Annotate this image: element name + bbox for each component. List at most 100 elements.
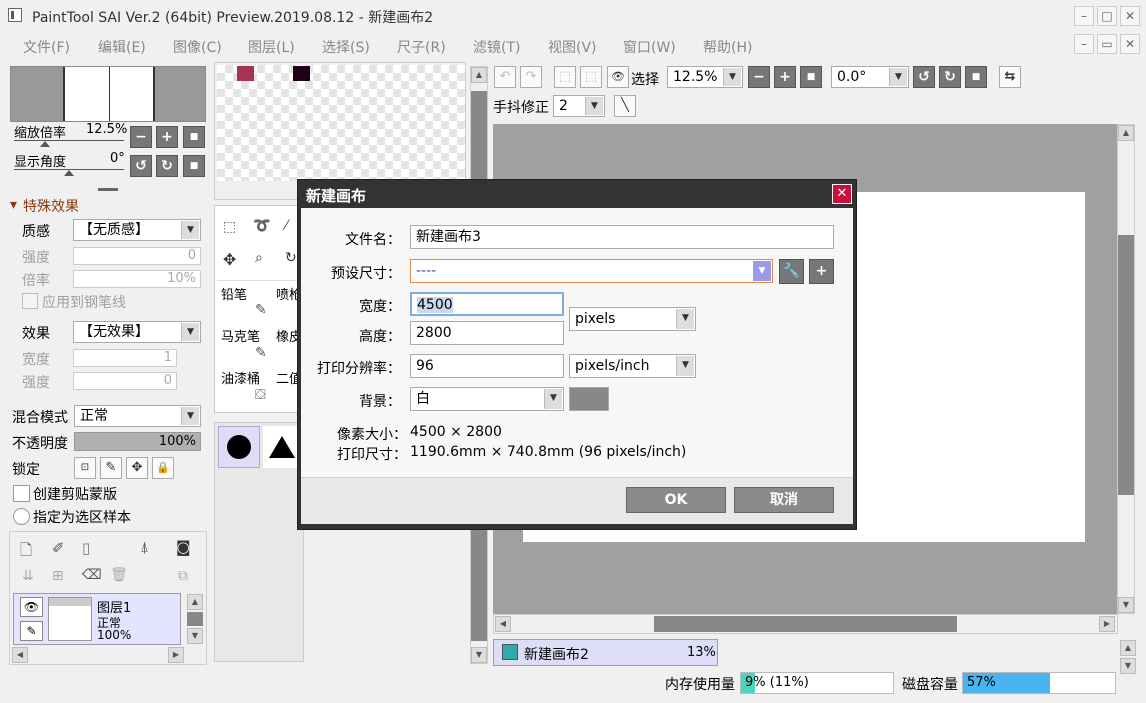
invert-selection-button[interactable]: ⬚ [580,66,602,88]
magic-wand-icon[interactable]: ⁄ [285,218,287,234]
dialog-close-button[interactable]: ✕ [832,184,852,204]
show-selection-eye-icon[interactable]: 👁 [607,66,629,88]
toolbar-rotate-reset-button[interactable]: ■ [965,66,987,88]
lock-all-button[interactable]: 🔒 [152,457,174,479]
canvas-hscroll[interactable]: ◀ ▶ [493,614,1118,634]
menu-layer[interactable]: 图层(L) [248,37,295,57]
effect-width-slider[interactable]: 1 [73,349,177,367]
effect-select[interactable]: 【无效果】 ▼ [73,321,201,343]
close-window-button[interactable]: ✕ [1120,6,1140,26]
scroll-down-icon[interactable]: ▼ [1118,597,1134,613]
strength-slider[interactable]: 0 [73,247,201,265]
preset-select[interactable]: ---- ▼ [410,259,773,283]
ok-button[interactable]: OK [626,487,726,513]
background-color-swatch[interactable] [569,387,609,411]
brush-circle-shape[interactable] [218,426,260,468]
tab-scroll-down[interactable]: ▼ [1120,658,1136,674]
lasso-icon[interactable]: ➰ [253,218,270,234]
cancel-button[interactable]: 取消 [734,487,834,513]
navigator-preview[interactable] [10,66,206,122]
canvas-tab[interactable]: 新建画布2 13% [493,639,718,666]
copy-layer-icon[interactable]: ⊞ [52,568,64,584]
zoom-out-button[interactable]: − [130,126,152,148]
new-folder-icon[interactable]: ▯ [82,539,90,557]
angle-slider-thumb[interactable] [64,170,74,176]
toolbar-rotate-right-button[interactable]: ↻ [939,66,961,88]
menu-ruler[interactable]: 尺子(R) [397,37,446,57]
effects-collapse-icon[interactable]: ▾ [10,197,17,213]
zoom-tool-icon[interactable]: ⌕ [255,250,263,266]
scroll-up-icon[interactable]: ▲ [1118,125,1134,141]
merge-down-icon[interactable]: ⇊ [22,568,34,584]
wrench-icon[interactable]: 🔧 [779,259,804,284]
zoom-select[interactable]: 12.5% ▼ [667,66,743,88]
color-swatch-2[interactable] [293,66,310,81]
new-layer-icon[interactable]: 🗋 [20,540,32,565]
pen-icon[interactable]: ✎ [20,621,43,641]
canvas-hscroll-thumb[interactable] [654,616,957,632]
scroll-up-icon[interactable]: ▲ [471,67,487,83]
scale-slider[interactable]: 10% [73,270,201,288]
rotate-left-button[interactable]: ↺ [130,155,152,177]
clipping-mask-checkbox[interactable] [13,485,30,502]
maximize-button[interactable]: □ [1097,6,1117,26]
layer-scroll-thumb[interactable] [187,612,203,626]
angle-select[interactable]: 0.0° ▼ [831,66,909,88]
move-icon[interactable]: ✥ [223,250,236,269]
layer-scroll-down[interactable]: ▼ [187,628,203,644]
color-swatch-1[interactable] [237,66,254,81]
menu-edit[interactable]: 编辑(E) [98,37,146,57]
menu-filter[interactable]: 滤镜(T) [473,37,520,57]
rotate-right-button[interactable]: ↻ [156,155,178,177]
zoom-slider-thumb[interactable] [40,141,50,147]
panel-splitter[interactable] [98,188,118,191]
flip-horizontal-button[interactable]: ⇆ [999,66,1021,88]
effects-header[interactable]: 特殊效果 [23,196,79,216]
eye-icon[interactable]: 👁 [20,597,43,617]
menu-help[interactable]: 帮助(H) [703,37,752,57]
toolbar-zoom-in-button[interactable]: + [774,66,796,88]
rotate-reset-button[interactable]: ■ [183,155,205,177]
menu-select[interactable]: 选择(S) [322,37,370,57]
apply-pen-checkbox[interactable] [22,293,38,309]
selection-source-radio[interactable] [13,508,30,525]
height-input[interactable]: 2800 [410,321,564,345]
blend-mode-select[interactable]: 正常 ▼ [74,405,201,427]
new-vector-layer-icon[interactable]: ✐ [52,539,65,557]
canvas-vscroll-thumb[interactable] [1118,235,1134,495]
filename-input[interactable]: 新建画布3 [410,225,834,249]
doc-close-button[interactable]: ✕ [1120,34,1140,54]
scroll-right-icon[interactable]: ▶ [1099,616,1115,632]
swatch-grid[interactable] [217,65,465,181]
layer-scroll-right[interactable]: ▶ [168,647,184,663]
clear-layer-icon[interactable]: ⌫ [82,567,102,583]
toolbar-zoom-reset-button[interactable]: ■ [800,66,822,88]
tab-scroll-up[interactable]: ▲ [1120,640,1136,656]
dpi-input[interactable]: 96 [410,354,564,378]
toolbar-rotate-left-button[interactable]: ↺ [913,66,935,88]
menu-view[interactable]: 视图(V) [548,37,597,57]
effect-strength-slider[interactable]: 0 [73,372,177,390]
layer-effect-icon[interactable]: ⍋ [140,538,149,556]
layer-scroll-up[interactable]: ▲ [187,594,203,610]
scroll-left-icon[interactable]: ◀ [495,616,511,632]
background-select[interactable]: 白 ▼ [410,387,564,411]
lock-transparency-button[interactable]: ⊡ [74,457,96,479]
layer-options-icon[interactable]: ⧉ [178,568,188,584]
menu-file[interactable]: 文件(F) [23,37,70,57]
redo-button[interactable]: ↷ [520,66,542,88]
stabilizer-select[interactable]: 2 ▼ [553,95,605,117]
rotate-tool-icon[interactable]: ↻ [285,250,297,266]
lock-move-button[interactable]: ✥ [126,457,148,479]
tool-bucket[interactable]: 油漆桶 [221,368,260,387]
menu-image[interactable]: 图像(C) [173,37,222,57]
line-tool-button[interactable]: ╲ [614,95,636,117]
zoom-slider[interactable] [14,140,124,141]
add-preset-button[interactable]: + [809,259,834,284]
canvas-vscroll[interactable]: ▲ ▼ [1117,124,1135,614]
doc-minimize-button[interactable]: – [1074,34,1094,54]
dpi-unit-select[interactable]: pixels/inch ▼ [569,354,696,378]
mask-icon[interactable]: ◙ [176,538,191,556]
zoom-in-button[interactable]: + [156,126,178,148]
tool-marker[interactable]: 马克笔 [221,326,260,345]
